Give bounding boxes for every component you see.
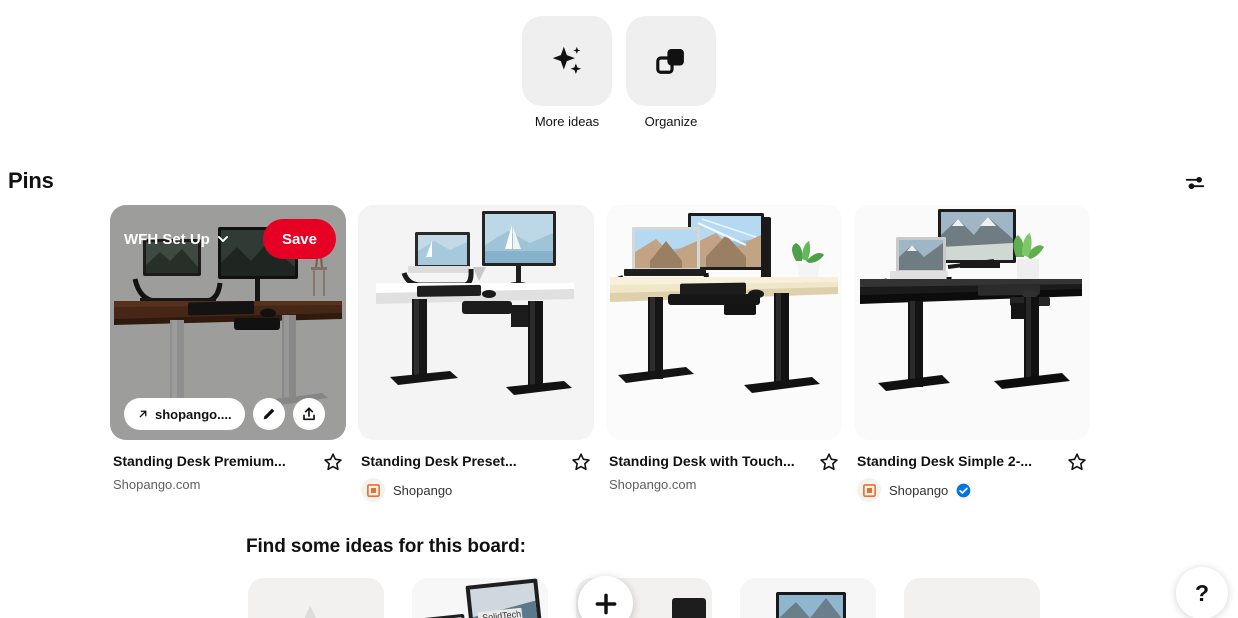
board-name-label: WFH Set Up bbox=[124, 230, 210, 248]
pins-header: Pins bbox=[0, 168, 1238, 198]
filter-button[interactable] bbox=[1180, 168, 1210, 198]
pin-overlay-bottom: shopango.... bbox=[124, 398, 334, 430]
pin-card[interactable]: Standing Desk Simple 2-... Shopango bbox=[854, 205, 1090, 502]
ideas-row: SolidTech bbox=[248, 578, 1040, 618]
ideas-section-title: Find some ideas for this board: bbox=[246, 536, 526, 557]
standing-desk-black-image bbox=[854, 205, 1090, 440]
avatar bbox=[857, 478, 881, 502]
idea-thumb-plain bbox=[248, 578, 384, 618]
pin-meta: Standing Desk Premium... Shopango.com bbox=[110, 452, 346, 493]
idea-card[interactable] bbox=[904, 578, 1040, 618]
organize-label: Organize bbox=[644, 114, 698, 129]
pin-meta: Standing Desk Simple 2-... Shopango bbox=[854, 452, 1090, 502]
more-ideas-button[interactable]: More ideas bbox=[519, 16, 615, 128]
pin-link-button[interactable]: shopango.... bbox=[124, 398, 245, 430]
idea-card[interactable] bbox=[248, 578, 384, 618]
pin-source-name: Shopango bbox=[393, 482, 453, 498]
page-title: Pins bbox=[8, 168, 54, 193]
idea-thumb-devices: SolidTech bbox=[412, 578, 548, 618]
verified-check-icon bbox=[956, 483, 971, 497]
standing-desk-white-image bbox=[358, 205, 594, 440]
idea-card[interactable]: SolidTech bbox=[412, 578, 548, 618]
pin-title: Standing Desk with Touch... bbox=[609, 453, 795, 469]
share-pin-button[interactable] bbox=[292, 398, 325, 430]
filter-sliders-icon bbox=[1185, 176, 1205, 190]
pin-source-profile[interactable]: Shopango bbox=[361, 478, 591, 502]
pencil-icon bbox=[263, 408, 274, 420]
board-page: More ideas Organize Pins WFH Set Up Save… bbox=[0, 0, 1238, 618]
pin-source-domain: Shopango.com bbox=[609, 477, 697, 492]
pin-image[interactable]: WFH Set Up Save shopango.... bbox=[110, 205, 346, 440]
avatar bbox=[361, 478, 385, 502]
more-ideas-tile[interactable] bbox=[522, 16, 612, 106]
organize-squares-icon bbox=[656, 49, 684, 74]
pin-title-row: Standing Desk Simple 2-... bbox=[857, 452, 1087, 472]
shopango-logo-icon bbox=[862, 483, 876, 497]
share-upload-icon bbox=[302, 407, 315, 421]
sparkle-icon bbox=[552, 46, 582, 74]
pin-card[interactable]: Standing Desk Preset... Shopango bbox=[358, 205, 594, 502]
pin-title-row: Standing Desk Premium... bbox=[113, 452, 343, 472]
pins-grid: WFH Set Up Save shopango.... Standing De… bbox=[110, 205, 1090, 502]
star-outline-icon[interactable] bbox=[571, 452, 591, 472]
pin-card[interactable]: WFH Set Up Save shopango.... Standing De… bbox=[110, 205, 346, 502]
chevron-down-icon bbox=[217, 236, 228, 242]
pin-source-profile[interactable]: Shopango bbox=[857, 478, 1087, 502]
organize-button[interactable]: Organize bbox=[623, 16, 719, 128]
idea-thumb-monitor bbox=[740, 578, 876, 618]
pin-meta: Standing Desk Preset... Shopango bbox=[358, 452, 594, 502]
more-ideas-label: More ideas bbox=[534, 114, 600, 129]
idea-card[interactable] bbox=[740, 578, 876, 618]
plus-icon bbox=[595, 593, 616, 614]
pin-overlay-top: WFH Set Up Save bbox=[124, 219, 336, 259]
board-action-tiles: More ideas Organize bbox=[0, 16, 1238, 128]
help-button[interactable]: ? bbox=[1176, 567, 1228, 618]
pin-meta: Standing Desk with Touch... Shopango.com bbox=[606, 452, 842, 493]
pin-image[interactable] bbox=[606, 205, 842, 440]
star-outline-icon[interactable] bbox=[819, 452, 839, 472]
star-outline-icon[interactable] bbox=[323, 452, 343, 472]
pin-title-row: Standing Desk with Touch... bbox=[609, 452, 839, 472]
pin-title: Standing Desk Simple 2-... bbox=[857, 453, 1033, 469]
save-button[interactable]: Save bbox=[262, 219, 336, 259]
pin-title: Standing Desk Premium... bbox=[113, 453, 286, 469]
edit-pin-button[interactable] bbox=[252, 398, 285, 430]
organize-tile[interactable] bbox=[626, 16, 716, 106]
pin-title-row: Standing Desk Preset... bbox=[361, 452, 591, 472]
shopango-logo-icon bbox=[366, 483, 380, 497]
arrow-up-right-icon bbox=[139, 410, 147, 418]
board-selector-dropdown[interactable]: WFH Set Up bbox=[124, 231, 230, 248]
standing-desk-maple-image bbox=[606, 205, 842, 440]
idea-thumb-plain bbox=[904, 578, 1040, 618]
pin-title: Standing Desk Preset... bbox=[361, 453, 517, 469]
pin-card[interactable]: Standing Desk with Touch... Shopango.com bbox=[606, 205, 842, 502]
pin-link-label: shopango.... bbox=[155, 406, 232, 422]
pin-source-domain: Shopango.com bbox=[113, 477, 201, 492]
pin-source-name: Shopango bbox=[889, 482, 949, 498]
pin-image[interactable] bbox=[358, 205, 594, 440]
star-outline-icon[interactable] bbox=[1067, 452, 1087, 472]
pin-image[interactable] bbox=[854, 205, 1090, 440]
